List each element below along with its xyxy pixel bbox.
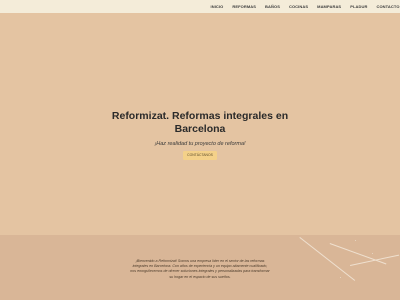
- nav-item-cocinas[interactable]: COCINAS: [284, 0, 312, 13]
- decorative-line: [329, 243, 387, 265]
- nav-item-mamparas[interactable]: MAMPARAS: [313, 0, 346, 13]
- nav-item-contacto[interactable]: CONTACTO: [372, 0, 400, 13]
- top-navigation-bar: INICIO REFORMAS BAÑOS COCINAS MAMPARAS P…: [0, 0, 400, 13]
- nav-item-pladur[interactable]: PLADUR: [346, 0, 372, 13]
- decorative-dot: [372, 253, 374, 255]
- intro-text: ¡Bienvenido a Reformizat! Somos una empr…: [130, 259, 270, 279]
- decorative-line: [299, 237, 356, 281]
- nav-item-reformas[interactable]: REFORMAS: [228, 0, 261, 13]
- hero-section: Reformizat. Reformas integrales en Barce…: [0, 13, 400, 235]
- decorative-line: [350, 254, 400, 266]
- decorative-dot: [340, 277, 342, 279]
- main-nav: INICIO REFORMAS BAÑOS COCINAS MAMPARAS P…: [206, 0, 400, 13]
- hero-title: Reformizat. Reformas integrales en Barce…: [111, 110, 289, 135]
- intro-section: ¡Bienvenido a Reformizat! Somos una empr…: [0, 235, 400, 300]
- nav-item-inicio[interactable]: INICIO: [206, 0, 228, 13]
- contact-button[interactable]: CONTÁCTANOS: [183, 151, 217, 160]
- hero-subtitle: ¡Haz realidad tu proyecto de reforma!: [154, 141, 246, 147]
- nav-item-banos[interactable]: BAÑOS: [261, 0, 285, 13]
- decorative-dot: [355, 240, 357, 242]
